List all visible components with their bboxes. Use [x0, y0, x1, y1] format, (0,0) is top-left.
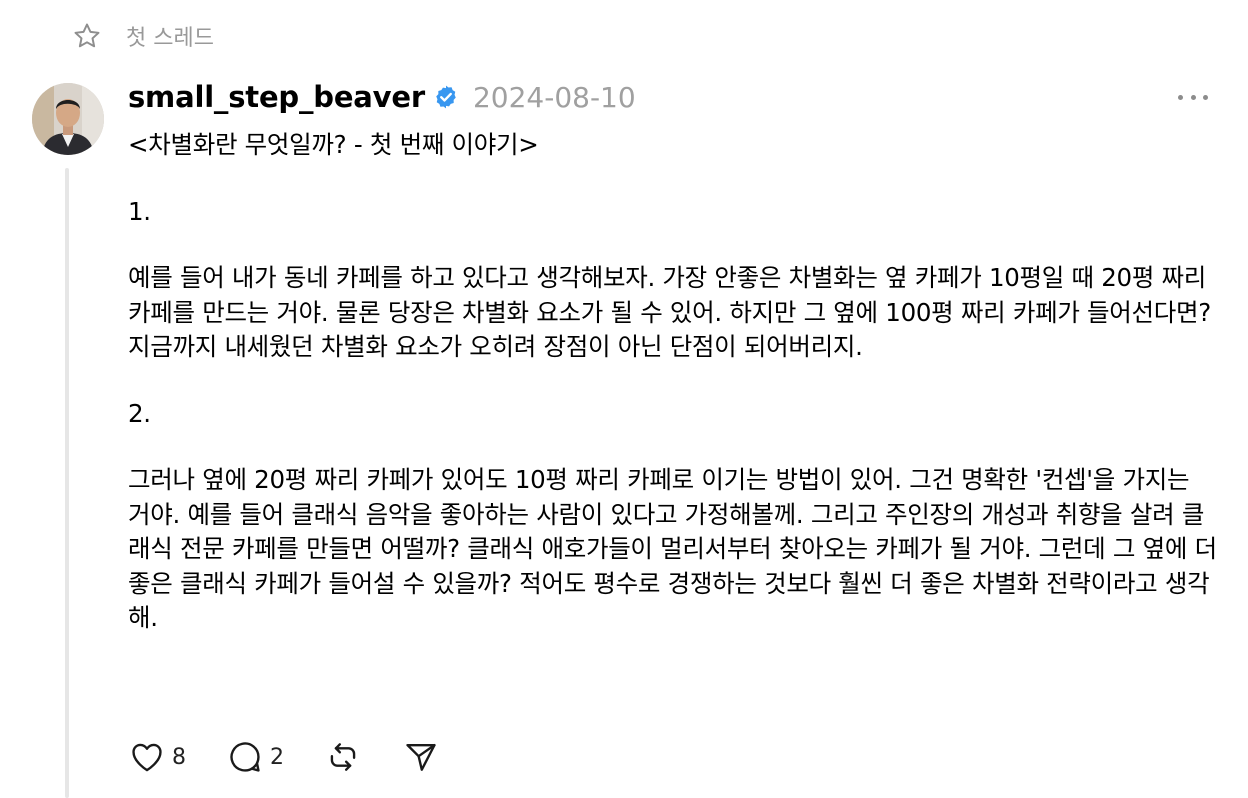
repost-icon [324, 738, 362, 776]
post-header: small_step_beaver 2024-08-10 [128, 74, 1218, 120]
pinned-thread-header: 첫 스레드 [70, 18, 214, 54]
reply-count: 2 [270, 744, 284, 770]
more-dots-icon[interactable] [1178, 84, 1208, 110]
avatar[interactable] [32, 83, 104, 155]
repost-button[interactable] [324, 738, 362, 776]
comment-icon [226, 738, 264, 776]
star-icon[interactable] [70, 19, 104, 53]
reply-button[interactable]: 2 [226, 738, 284, 776]
section-number: 1. [128, 196, 151, 226]
section-number: 2. [128, 398, 151, 428]
heart-icon [128, 738, 166, 776]
action-bar: 8 2 [128, 737, 480, 777]
thread-line [65, 168, 69, 798]
send-icon [402, 738, 440, 776]
pinned-label: 첫 스레드 [126, 26, 214, 51]
username[interactable]: small_step_beaver [128, 80, 425, 114]
like-button[interactable]: 8 [128, 738, 186, 776]
section-paragraph: 그러나 옆에 20평 짜리 카페가 있어도 10평 짜리 카페로 이기는 방법이… [128, 465, 1217, 632]
verified-badge-icon [433, 84, 459, 110]
thread-post: small_step_beaver 2024-08-10 <차별화란 무엇일까?… [128, 74, 1218, 636]
post-date: 2024-08-10 [472, 80, 636, 114]
like-count: 8 [172, 744, 186, 770]
section-paragraph: 예를 들어 내가 동네 카페를 하고 있다고 생각해보자. 가장 안좋은 차별화… [128, 263, 1211, 361]
post-title: <차별화란 무엇일까? - 첫 번째 이야기> [128, 130, 539, 159]
share-button[interactable] [402, 738, 440, 776]
